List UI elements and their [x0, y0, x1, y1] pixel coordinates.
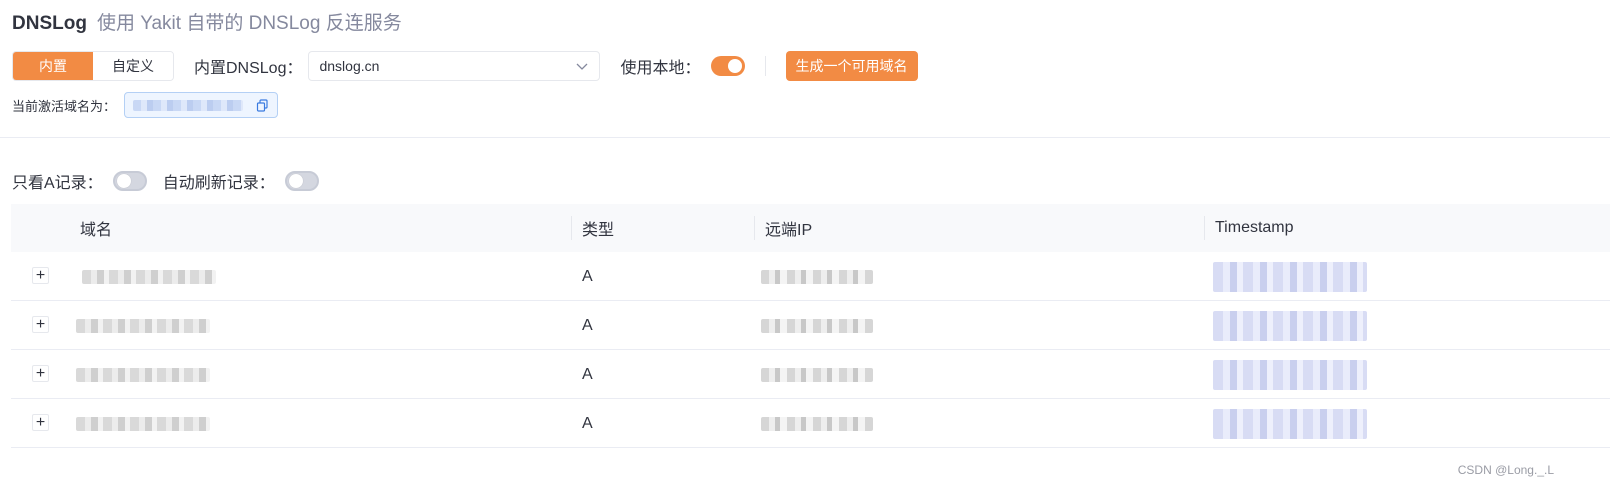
column-separator [1204, 216, 1205, 240]
toolbar-divider [764, 56, 766, 76]
redacted-timestamp [1213, 310, 1367, 341]
plus-icon: + [35, 266, 46, 284]
switch-knob [288, 174, 303, 188]
table-header: 域名 类型 远端IP Timestamp [11, 204, 1610, 252]
dnslog-toolbar: 内置 自定义 内置DNSLog： dnslog.cn 使用本地： 生成一个可用域… [12, 51, 918, 81]
redacted-timestamp [1213, 261, 1367, 292]
column-header-remote-ip[interactable]: 远端IP [765, 204, 812, 252]
generate-domain-button[interactable]: 生成一个可用域名 [785, 51, 918, 81]
auto-refresh-switch[interactable] [284, 171, 319, 191]
redacted-domain [82, 269, 216, 284]
domain-cell [82, 252, 216, 301]
expand-row-button[interactable]: + [32, 365, 49, 382]
page-subtitle: 使用 Yakit 自带的 DNSLog 反连服务 [96, 13, 402, 34]
chevron-down-icon [577, 63, 588, 70]
redacted-timestamp [1213, 408, 1367, 439]
table-row[interactable]: + A [11, 301, 1610, 350]
page-header: DNSLog 使用 Yakit 自带的 DNSLog 反连服务 [12, 8, 402, 36]
use-local-switch[interactable] [710, 56, 745, 76]
active-domain-row: 当前激活域名为： [12, 92, 279, 118]
column-header-type[interactable]: 类型 [582, 204, 614, 252]
column-header-timestamp[interactable]: Timestamp [1215, 204, 1294, 252]
domain-cell [76, 350, 210, 399]
domain-cell [76, 399, 210, 448]
column-separator [754, 216, 755, 240]
redacted-timestamp [1213, 359, 1367, 390]
page-title: DNSLog [12, 13, 87, 34]
record-filters: 只看A记录： 自动刷新记录： [12, 169, 319, 193]
only-a-records-switch[interactable] [112, 171, 147, 191]
watermark: CSDN @Long._.L [1457, 463, 1554, 477]
builtin-dnslog-select[interactable]: dnslog.cn [308, 51, 601, 81]
mode-option-builtin[interactable]: 内置 [13, 52, 93, 80]
redacted-ip [761, 416, 873, 431]
timestamp-cell [1213, 252, 1367, 301]
use-local-label: 使用本地： [620, 60, 701, 77]
timestamp-cell [1213, 399, 1367, 448]
auto-refresh-label: 自动刷新记录： [162, 175, 275, 192]
redacted-domain [133, 99, 244, 111]
redacted-domain [76, 416, 210, 431]
only-a-records-label: 只看A记录： [12, 175, 103, 192]
switch-knob [727, 59, 742, 73]
expand-row-button[interactable]: + [32, 316, 49, 333]
remote-ip-cell [761, 350, 873, 399]
column-separator [571, 216, 572, 240]
switch-knob [116, 174, 131, 188]
table-row[interactable]: + A [11, 350, 1610, 399]
table-row[interactable]: + A [11, 399, 1610, 448]
active-domain-tag [124, 92, 279, 118]
active-domain-label: 当前激活域名为： [12, 98, 117, 114]
remote-ip-cell [761, 301, 873, 350]
builtin-dnslog-label: 内置DNSLog： [194, 60, 303, 77]
expand-row-button[interactable]: + [32, 267, 49, 284]
mode-segmented-control: 内置 自定义 [12, 51, 174, 81]
expand-row-button[interactable]: + [32, 414, 49, 431]
remote-ip-cell [761, 399, 873, 448]
remote-ip-cell [761, 252, 873, 301]
type-cell: A [582, 365, 593, 383]
copy-icon[interactable] [256, 98, 269, 112]
redacted-ip [761, 367, 873, 382]
plus-icon: + [35, 413, 46, 431]
type-cell: A [582, 414, 593, 432]
plus-icon: + [35, 315, 46, 333]
type-cell: A [582, 267, 593, 285]
dnslog-records-table: 域名 类型 远端IP Timestamp + A + A + A + A [11, 204, 1610, 448]
column-header-domain[interactable]: 域名 [80, 204, 112, 252]
domain-cell [76, 301, 210, 350]
table-row[interactable]: + A [11, 252, 1610, 301]
mode-option-custom[interactable]: 自定义 [93, 52, 173, 80]
type-cell: A [582, 316, 593, 334]
section-divider [0, 137, 1610, 138]
redacted-ip [761, 269, 873, 284]
timestamp-cell [1213, 350, 1367, 399]
redacted-ip [761, 318, 873, 333]
timestamp-cell [1213, 301, 1367, 350]
builtin-dnslog-value: dnslog.cn [319, 58, 380, 74]
plus-icon: + [35, 364, 46, 382]
redacted-domain [76, 367, 210, 382]
redacted-domain [76, 318, 210, 333]
